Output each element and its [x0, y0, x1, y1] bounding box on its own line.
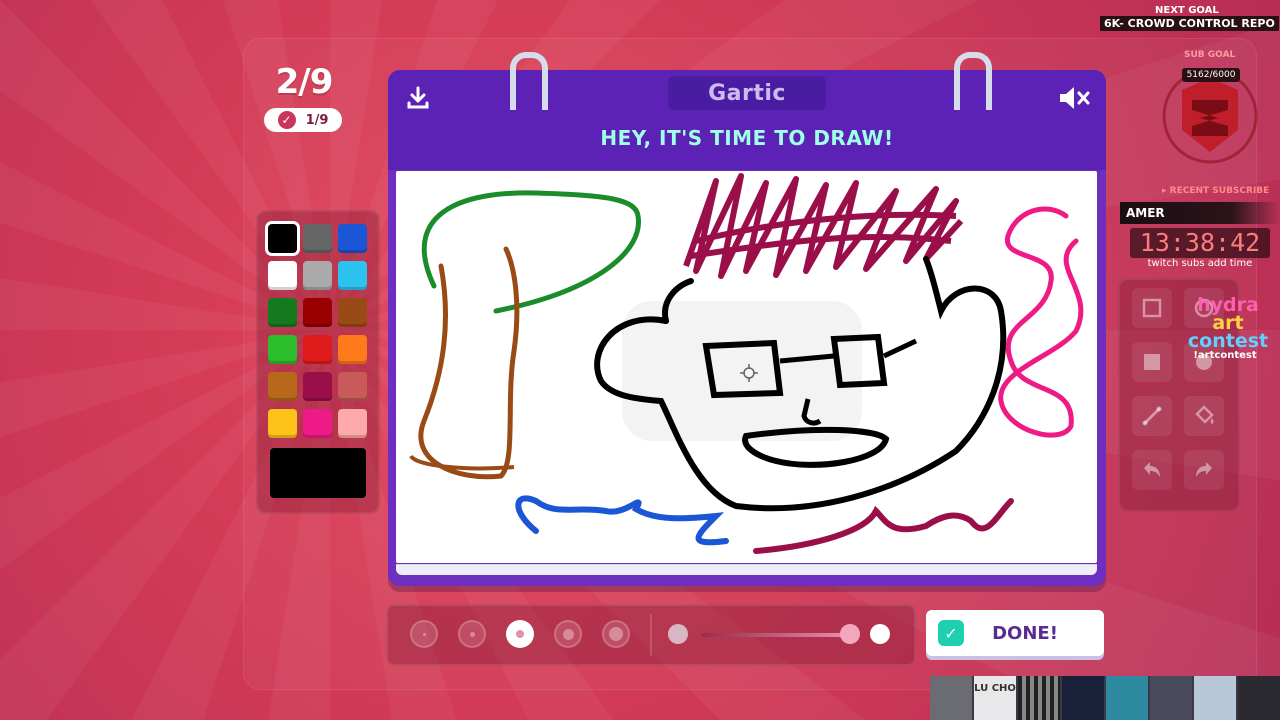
binder-ring-left [510, 52, 548, 110]
drawing-canvas[interactable] [396, 171, 1097, 563]
next-goal-value: 6K- CROWD CONTROL REPO [1100, 16, 1279, 31]
contest-word-3: contest [1187, 330, 1269, 352]
undo-icon [1144, 462, 1160, 477]
color-swatch[interactable] [338, 261, 367, 290]
guessed-pill: ✓ 1/9 [264, 108, 342, 132]
color-swatch[interactable] [268, 298, 297, 327]
done-label: DONE! [992, 622, 1058, 644]
color-swatch[interactable] [338, 298, 367, 327]
timer-caption: twitch subs add time [1147, 258, 1253, 269]
download-icon [407, 86, 429, 109]
recent-sub-name: AMER [1120, 202, 1280, 224]
rectangle-fill-tool[interactable] [1132, 342, 1172, 382]
brush-size-dot [562, 628, 574, 640]
check-icon: ✓ [938, 620, 964, 646]
rectangle-outline-tool[interactable] [1132, 288, 1172, 328]
sub-goal-label: SUB GOAL [1184, 50, 1236, 60]
cam-tile-lucho: LU CHO [974, 676, 1016, 720]
color-swatch[interactable] [303, 224, 332, 253]
sub-goal-count: 5162/6000 [1182, 68, 1240, 82]
cam-tile [1238, 676, 1280, 720]
gartic-logo: Gartic [668, 76, 826, 110]
brush-size-option[interactable] [554, 620, 582, 648]
color-swatch[interactable] [303, 298, 332, 327]
color-swatch[interactable] [265, 221, 300, 256]
redo-button[interactable] [1184, 450, 1224, 490]
color-swatch[interactable] [338, 409, 367, 438]
subathon-timer: 13:38:42 [1130, 228, 1270, 258]
drawing-strokes [409, 173, 1084, 554]
check-icon: ✓ [277, 111, 296, 129]
color-swatch[interactable] [268, 261, 297, 290]
download-button[interactable] [398, 78, 438, 118]
current-color-preview [270, 448, 366, 498]
cam-tile [1018, 676, 1060, 720]
brush-size-option[interactable] [458, 620, 486, 648]
brush-size-dot [469, 631, 475, 637]
color-swatch[interactable] [338, 372, 367, 401]
brush-size-dot [609, 627, 623, 641]
mute-button[interactable] [1054, 78, 1094, 118]
brush-size-option[interactable] [602, 620, 630, 648]
color-palette [256, 210, 380, 514]
cam-tile [1106, 676, 1148, 720]
color-swatch[interactable] [303, 261, 332, 290]
opacity-min-dot [668, 624, 688, 644]
page-edge [396, 564, 1097, 575]
cam-tile [1150, 676, 1192, 720]
color-swatch[interactable] [268, 372, 297, 401]
guessed-count: 1/9 [305, 112, 329, 128]
color-swatch[interactable] [338, 335, 367, 364]
color-swatch[interactable] [303, 372, 332, 401]
done-button[interactable]: ✓ DONE! [926, 610, 1104, 656]
sketchbook: Gartic HEY, IT'S TIME TO DRAW! [388, 52, 1106, 586]
round-counter: 2/9 ✓ 1/9 [264, 62, 344, 132]
brush-bar [386, 604, 916, 666]
brush-size-option[interactable] [506, 620, 534, 648]
fill-bucket-icon [1195, 405, 1214, 424]
color-swatch[interactable] [303, 335, 332, 364]
fill-bucket-tool[interactable] [1184, 396, 1224, 436]
round-number: 2/9 [275, 62, 334, 102]
redo-icon [1196, 462, 1212, 477]
cam-tile [930, 676, 972, 720]
recent-sub-label: ▸ RECENT SUBSCRIBE [1162, 186, 1270, 196]
contest-logo: hydra art contest [1178, 296, 1278, 352]
next-goal-label: NEXT GOAL [1155, 5, 1219, 16]
undo-button[interactable] [1132, 450, 1172, 490]
prompt-headline: HEY, IT'S TIME TO DRAW! [600, 126, 894, 150]
contest-command: !artcontest [1193, 350, 1257, 361]
color-swatch[interactable] [338, 224, 367, 253]
color-swatch[interactable] [268, 335, 297, 364]
color-swatch[interactable] [268, 409, 297, 438]
line-icon [1142, 406, 1162, 426]
color-swatch[interactable] [303, 409, 332, 438]
rectangle-fill-icon [1144, 354, 1160, 370]
binder-ring-right [954, 52, 992, 110]
opacity-slider-handle[interactable] [840, 624, 860, 644]
opacity-max-dot [870, 624, 890, 644]
viewer-cam-strip: LU CHO [930, 676, 1280, 720]
brush-size-dot [422, 632, 426, 636]
brush-size-dot [516, 630, 524, 638]
mute-icon [1060, 87, 1090, 109]
opacity-slider-track[interactable] [702, 633, 850, 637]
line-tool[interactable] [1132, 396, 1172, 436]
brush-size-option[interactable] [410, 620, 438, 648]
cam-tile [1194, 676, 1236, 720]
cam-tile [1062, 676, 1104, 720]
bar-divider [650, 614, 652, 656]
rectangle-outline-icon [1142, 298, 1162, 318]
